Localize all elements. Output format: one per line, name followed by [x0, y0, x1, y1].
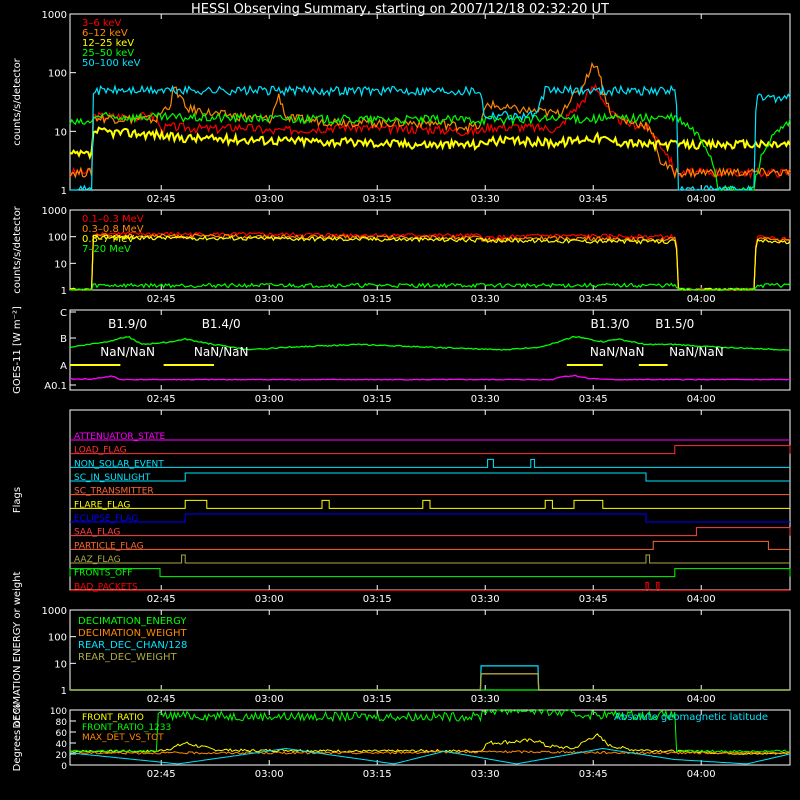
y-tick-label: 100 [50, 707, 67, 717]
goes-class-label: B1.3/0 [591, 317, 630, 331]
y-tick-label: 100 [48, 69, 67, 80]
time-tick-label: 03:15 [363, 694, 392, 705]
legend-entry: DECIMATION_WEIGHT [78, 628, 187, 639]
time-tick-label: 03:00 [255, 594, 284, 605]
time-tick-label: 04:00 [687, 769, 716, 780]
time-tick-label: 04:00 [687, 394, 716, 405]
y-tick-label: 1000 [42, 606, 67, 617]
y-tick-label: 40 [56, 740, 68, 750]
time-tick-label: 03:15 [363, 294, 392, 305]
time-tick-label: 03:45 [579, 294, 608, 305]
summary-figure: HESSI Observing Summary, starting on 200… [0, 0, 800, 800]
time-tick-label: 03:15 [363, 194, 392, 205]
goes-class-label: B1.4/0 [202, 317, 241, 331]
time-tick-label: 03:30 [471, 594, 500, 605]
time-tick-label: 02:45 [147, 769, 176, 780]
y-tick-label: 1000 [42, 10, 67, 21]
geomag-latitude-label: Absolute geomagnetic latitude [614, 712, 768, 723]
time-tick-label: 03:00 [255, 769, 284, 780]
y-tick-label: 10 [54, 659, 67, 670]
y-tick-label: 1000 [42, 206, 67, 217]
legend-entry: MAX_DET_VS_TOT [82, 733, 164, 743]
panel-5-ylabel: Degrees or % [12, 704, 23, 772]
y-tick-label: 20 [56, 751, 68, 761]
time-tick-label: 02:45 [147, 394, 176, 405]
time-tick-label: 02:45 [147, 694, 176, 705]
time-tick-label: 04:00 [687, 294, 716, 305]
legend-entry: FRONT_RATIO [82, 713, 144, 723]
figure-title: HESSI Observing Summary, starting on 200… [191, 2, 609, 17]
panel-3-ylabel: Flags [12, 487, 23, 513]
time-tick-label: 03:45 [579, 594, 608, 605]
time-tick-label: 03:45 [579, 194, 608, 205]
time-tick-label: 04:00 [687, 594, 716, 605]
panel-1-ylabel: counts/s/detector [12, 205, 23, 293]
time-tick-label: 03:15 [363, 594, 392, 605]
y-tick-label: 100 [48, 633, 67, 644]
y-tick-label: 60 [56, 729, 68, 739]
time-tick-label: 03:45 [579, 769, 608, 780]
y-tick-label: 10 [54, 127, 67, 138]
y-tick-label: C [60, 308, 67, 319]
time-tick-label: 03:45 [579, 394, 608, 405]
legend-entry: REAR_DEC_WEIGHT [78, 652, 177, 663]
y-tick-label: A0.1 [44, 381, 67, 392]
time-tick-label: 03:30 [471, 694, 500, 705]
goes-class-label: B1.5/0 [655, 317, 694, 331]
time-tick-label: 03:00 [255, 394, 284, 405]
time-tick-label: 03:15 [363, 769, 392, 780]
time-tick-label: 03:00 [255, 194, 284, 205]
legend-entry: 7–20 MeV [82, 244, 131, 255]
panel-0-ylabel: counts/s/detector [12, 57, 23, 145]
time-tick-label: 03:45 [579, 694, 608, 705]
y-tick-label: 10 [54, 259, 67, 270]
goes-nan-label: NaN/NaN [194, 345, 249, 359]
y-tick-label: 0 [61, 762, 67, 772]
goes-nan-label: NaN/NaN [590, 345, 645, 359]
y-tick-label: 1 [61, 686, 67, 697]
time-tick-label: 02:45 [147, 194, 176, 205]
legend-entry: 50–100 keV [82, 58, 141, 69]
goes-nan-label: NaN/NaN [669, 345, 724, 359]
time-tick-label: 03:30 [471, 394, 500, 405]
time-tick-label: 02:45 [147, 594, 176, 605]
legend-entry: REAR_DEC_CHAN/128 [78, 640, 187, 651]
flag-label: FRONTS_OFF [74, 569, 132, 579]
y-tick-label: 1 [61, 186, 67, 197]
y-tick-label: A [60, 361, 67, 372]
time-tick-label: 03:15 [363, 394, 392, 405]
y-tick-label: 1 [61, 286, 67, 297]
time-tick-label: 03:30 [471, 294, 500, 305]
y-tick-label: 100 [48, 233, 67, 244]
time-tick-label: 03:00 [255, 294, 284, 305]
goes-nan-label: NaN/NaN [100, 345, 155, 359]
y-tick-label: 80 [56, 718, 68, 728]
y-tick-label: B [60, 334, 67, 345]
time-tick-label: 04:00 [687, 194, 716, 205]
time-tick-label: 04:00 [687, 694, 716, 705]
legend-entry: DECIMATION_ENERGY [78, 616, 187, 627]
time-tick-label: 03:00 [255, 694, 284, 705]
time-tick-label: 03:30 [471, 769, 500, 780]
panel-2-ylabel: GOES-11 [W m⁻²] [12, 306, 23, 394]
legend-entry: FRONT_RATIO_1233 [82, 723, 171, 733]
goes-class-label: B1.9/0 [108, 317, 147, 331]
time-tick-label: 02:45 [147, 294, 176, 305]
time-tick-label: 03:30 [471, 194, 500, 205]
